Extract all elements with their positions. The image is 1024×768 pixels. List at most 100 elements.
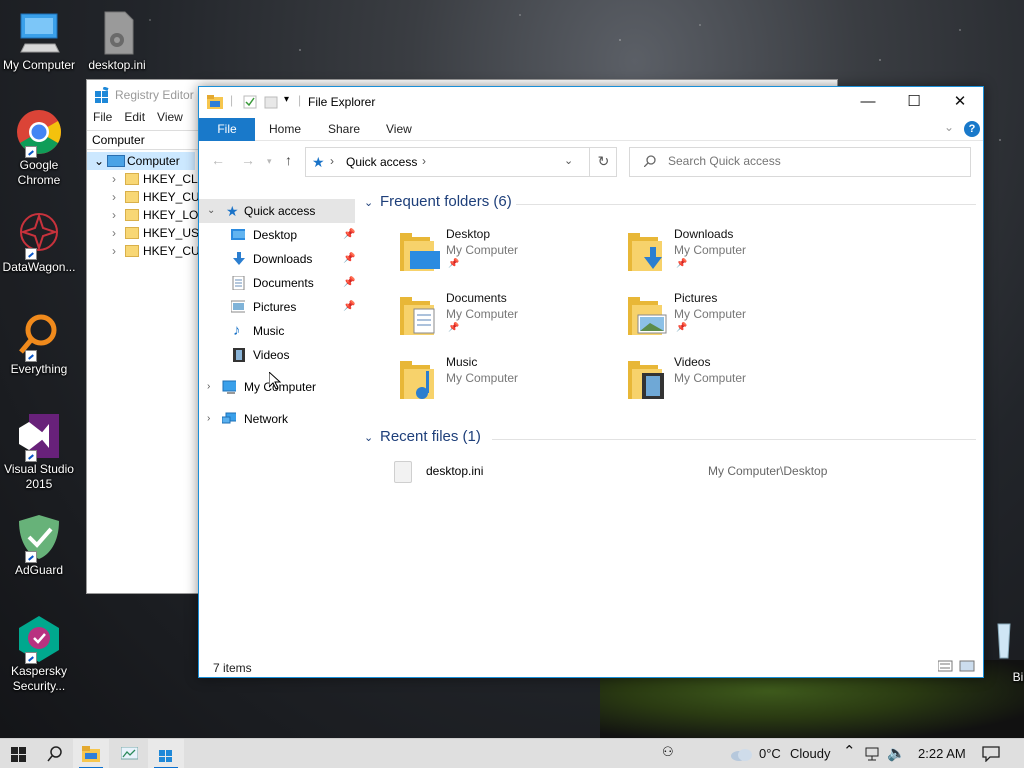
expand-chevron-icon[interactable]: › <box>207 407 210 431</box>
expand-chevron-icon[interactable]: › <box>207 375 210 399</box>
people-icon[interactable]: ⚇ <box>662 744 674 760</box>
expand-chevron-icon[interactable]: › <box>112 170 116 188</box>
nav-item-pictures[interactable]: Pictures 📌 <box>199 295 355 319</box>
pin-icon[interactable]: 📌 <box>343 271 355 295</box>
back-arrow-icon[interactable]: ← <box>211 152 225 168</box>
help-icon[interactable]: ? <box>964 121 980 137</box>
network-status-icon[interactable] <box>865 747 881 761</box>
file-explorer-window[interactable]: | ▾ | File Explorer — ☐ ✕ File Home Shar… <box>198 86 984 678</box>
clock-time[interactable]: 2:22 AM <box>918 746 966 761</box>
tab-view[interactable]: View <box>386 122 412 136</box>
folder-tile-documents[interactable]: Documents My Computer 📌 <box>364 291 584 349</box>
collapse-chevron-icon[interactable]: ⌄ <box>207 199 215 223</box>
tab-file[interactable]: File <box>199 118 255 141</box>
taskbar-file-explorer[interactable] <box>73 739 109 768</box>
desktop-icon-label: Everything <box>10 362 68 376</box>
desktop-icon-everything[interactable]: Everything <box>1 312 77 377</box>
nav-item-desktop[interactable]: Desktop 📌 <box>199 223 355 247</box>
weather-temperature[interactable]: 0°C <box>759 746 781 761</box>
details-view-icon[interactable] <box>937 660 953 672</box>
customize-toolbar-chevron-icon[interactable]: ▾ <box>284 94 289 105</box>
expand-chevron-icon[interactable]: › <box>112 206 116 224</box>
everything-icon <box>15 312 63 362</box>
desktop-icon-kaspersky[interactable]: Kaspersky Security... <box>1 614 77 694</box>
up-arrow-icon[interactable]: ↑ <box>285 152 292 168</box>
tab-share[interactable]: Share <box>328 122 360 136</box>
tab-home[interactable]: Home <box>269 122 301 136</box>
nav-item-network[interactable]: › Network <box>199 407 355 431</box>
folder-tile-downloads[interactable]: Downloads My Computer 📌 <box>592 227 812 285</box>
regedit-key-label: HKEY_CLA <box>143 172 206 186</box>
shortcut-arrow-icon <box>25 652 37 664</box>
regedit-menu-file[interactable]: File <box>93 110 112 130</box>
folder-name: Videos <box>674 355 711 369</box>
search-box[interactable] <box>629 147 971 177</box>
pin-icon[interactable]: 📌 <box>343 295 355 319</box>
pin-icon[interactable]: 📌 <box>343 223 355 247</box>
close-button[interactable]: ✕ <box>937 87 983 117</box>
pin-icon[interactable]: 📌 <box>343 247 355 271</box>
taskbar-registry-editor[interactable] <box>148 739 184 768</box>
maximize-button[interactable]: ☐ <box>891 87 937 117</box>
show-hidden-icons-chevron-icon[interactable]: ⌃ <box>843 742 856 760</box>
expand-chevron-icon[interactable]: › <box>112 188 116 206</box>
volume-icon[interactable]: 🔈 <box>887 744 906 762</box>
downloads-folder-icon <box>628 233 662 271</box>
regedit-tree-root[interactable]: ⌄ Computer <box>87 152 195 170</box>
collapse-chevron-icon[interactable]: ⌄ <box>94 152 104 170</box>
folder-location: My Computer <box>446 307 519 321</box>
forward-arrow-icon[interactable]: → <box>241 152 255 168</box>
folder-tile-pictures[interactable]: Pictures My Computer 📌 <box>592 291 812 349</box>
folder-tile-videos[interactable]: Videos My Computer <box>592 355 812 413</box>
desktop-icon-desktop-ini[interactable]: desktop.ini <box>79 8 155 73</box>
nav-item-label: Downloads <box>253 252 313 266</box>
minimize-button[interactable]: — <box>845 87 891 117</box>
taskbar-app[interactable] <box>111 739 147 768</box>
regedit-menu-view[interactable]: View <box>157 110 183 130</box>
folder-name: Desktop <box>446 227 491 241</box>
nav-item-downloads[interactable]: Downloads 📌 <box>199 247 355 271</box>
nav-item-documents[interactable]: Documents 📌 <box>199 271 355 295</box>
pictures-icon <box>231 300 245 313</box>
breadcrumb-location[interactable]: Quick access <box>346 155 417 169</box>
desktop-icon-adguard[interactable]: AdGuard <box>1 513 77 578</box>
group-title: Frequent folders (6) <box>380 193 512 210</box>
explorer-titlebar[interactable]: | ▾ | File Explorer — ☐ ✕ <box>199 87 983 117</box>
nav-item-music[interactable]: ♪ Music <box>199 319 355 343</box>
recent-file-row[interactable]: desktop.ini My Computer\Desktop <box>392 459 952 483</box>
group-header-recent[interactable]: ⌄ Recent files (1) <box>364 428 976 450</box>
desktop-icon-datawagon[interactable]: DataWagon... <box>1 210 77 275</box>
start-button[interactable] <box>0 739 36 768</box>
expand-chevron-icon[interactable]: › <box>112 224 116 242</box>
search-button[interactable] <box>37 739 73 768</box>
nav-item-quick-access[interactable]: ⌄ ★ Quick access <box>199 199 355 223</box>
collapse-chevron-icon[interactable]: ⌄ <box>364 431 373 444</box>
folder-name: Documents <box>446 291 507 305</box>
desktop-icon-my-computer[interactable]: My Computer <box>1 8 77 73</box>
address-bar[interactable]: ★ › Quick access › ⌄ <box>305 147 617 177</box>
refresh-button[interactable]: ↻ <box>589 147 617 177</box>
search-input[interactable] <box>668 154 958 168</box>
new-folder-icon[interactable] <box>264 95 278 109</box>
action-center-icon[interactable] <box>982 746 1000 762</box>
file-icon <box>394 461 412 483</box>
regedit-menu-edit[interactable]: Edit <box>124 110 145 130</box>
recent-locations-chevron-icon[interactable]: ▾ <box>267 156 272 167</box>
weather-description[interactable]: Cloudy <box>790 746 830 761</box>
folder-icon <box>125 209 139 221</box>
properties-icon[interactable] <box>243 95 257 109</box>
nav-item-videos[interactable]: Videos <box>199 343 355 367</box>
folder-tile-desktop[interactable]: Desktop My Computer 📌 <box>364 227 584 285</box>
expand-ribbon-chevron-icon[interactable]: ⌄ <box>944 120 954 134</box>
group-header-frequent[interactable]: ⌄ Frequent folders (6) <box>364 193 976 215</box>
breadcrumb-chevron-icon[interactable]: › <box>330 154 334 168</box>
collapse-chevron-icon[interactable]: ⌄ <box>364 196 373 209</box>
desktop-icon-visual-studio[interactable]: Visual Studio 2015 <box>1 412 77 492</box>
address-dropdown-chevron-icon[interactable]: ⌄ <box>564 154 573 167</box>
folder-tile-music[interactable]: Music My Computer <box>364 355 584 413</box>
large-icons-view-icon[interactable] <box>959 660 975 672</box>
desktop-icon-chrome[interactable]: Google Chrome <box>1 108 77 188</box>
breadcrumb-chevron-icon[interactable]: › <box>422 154 426 168</box>
desktop-icon-label: My Computer <box>2 58 76 72</box>
expand-chevron-icon[interactable]: › <box>112 242 116 260</box>
